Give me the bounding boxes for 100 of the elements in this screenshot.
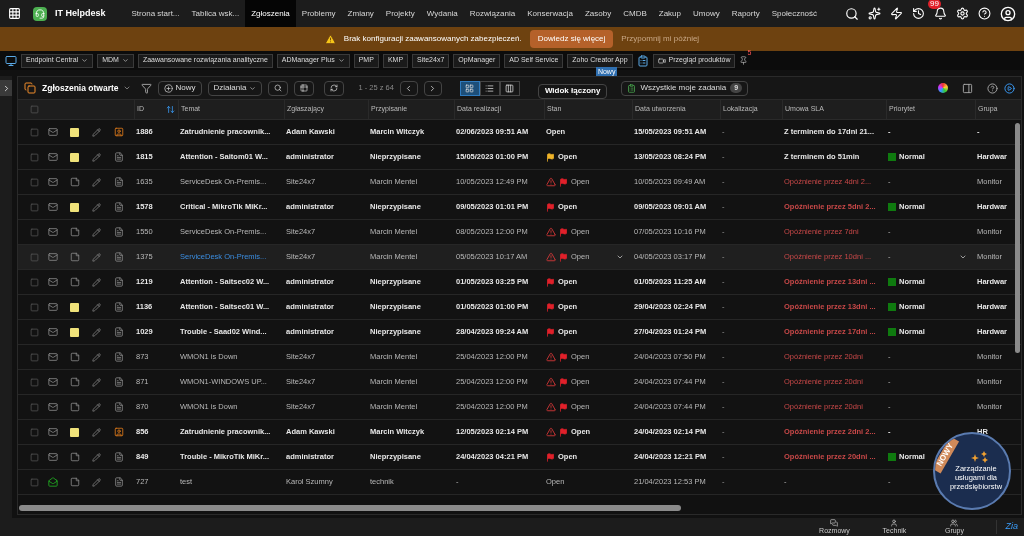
actions-button[interactable]: Działania	[207, 80, 263, 96]
remind-later-link[interactable]: Przypomnij mi później	[621, 33, 700, 45]
avatar-icon[interactable]	[1000, 5, 1016, 22]
nav-tab[interactable]: Strona start...	[125, 0, 186, 27]
sparkle-icon[interactable]	[868, 7, 881, 20]
pin-icon[interactable]	[739, 56, 749, 65]
edit-icon[interactable]	[92, 327, 101, 337]
document-icon[interactable]	[114, 202, 124, 212]
assistant-logo[interactable]: Zia	[996, 520, 1018, 534]
play-icon[interactable]	[1004, 82, 1015, 94]
document-icon[interactable]	[114, 327, 124, 337]
row-checkbox[interactable]	[30, 227, 39, 237]
envelope-icon[interactable]	[48, 127, 58, 137]
note-icon[interactable]	[70, 127, 79, 137]
note-icon[interactable]	[70, 202, 79, 212]
envelope-icon[interactable]	[48, 202, 58, 212]
row-checkbox[interactable]	[30, 477, 39, 487]
document-icon[interactable]	[114, 402, 124, 412]
refresh-button[interactable]	[324, 80, 345, 96]
row-checkbox[interactable]	[30, 302, 39, 312]
envelope-icon[interactable]	[48, 252, 58, 262]
select-all-checkbox[interactable]	[30, 105, 39, 114]
combined-view-button[interactable]: Widok łączony	[537, 83, 608, 99]
document-icon[interactable]	[114, 277, 124, 287]
document-icon[interactable]	[114, 177, 124, 187]
document-icon[interactable]	[114, 252, 124, 262]
nav-tab[interactable]: Tablica wsk...	[185, 0, 246, 27]
document-icon[interactable]	[114, 377, 124, 387]
envelope-icon[interactable]	[48, 177, 58, 187]
open-envelope-icon[interactable]	[48, 477, 58, 487]
nav-tab[interactable]: Konserwacja	[521, 0, 579, 27]
note-icon[interactable]	[70, 427, 79, 437]
note-icon[interactable]	[70, 327, 79, 337]
document-icon[interactable]	[114, 227, 124, 237]
monitor-icon[interactable]	[5, 54, 17, 67]
row-checkbox[interactable]	[30, 402, 39, 412]
nav-tab[interactable]: Zasoby	[579, 0, 618, 27]
row-checkbox[interactable]	[30, 377, 39, 387]
nav-tab[interactable]: Zakup	[652, 0, 687, 27]
horizontal-scrollbar[interactable]	[19, 505, 681, 511]
apps-icon[interactable]	[8, 7, 21, 20]
sidebar-toggle[interactable]	[0, 80, 12, 96]
row-checkbox[interactable]	[30, 177, 39, 187]
columns-button[interactable]	[294, 80, 315, 96]
edit-icon[interactable]	[92, 477, 101, 487]
edit-icon[interactable]	[92, 377, 101, 387]
row-checkbox[interactable]	[30, 277, 39, 287]
search-icon[interactable]	[845, 6, 859, 21]
clipboard-icon[interactable]	[636, 54, 649, 67]
edit-icon[interactable]	[92, 427, 101, 437]
envelope-icon[interactable]	[48, 327, 58, 337]
previous-page-button[interactable]	[399, 80, 418, 96]
view-selector[interactable]: Zgłoszenia otwarte	[42, 81, 131, 95]
edit-icon[interactable]	[92, 202, 101, 212]
document-icon[interactable]	[114, 352, 124, 362]
row-checkbox[interactable]	[30, 202, 39, 212]
caret-icon[interactable]	[616, 253, 624, 261]
row-checkbox[interactable]	[30, 127, 39, 137]
sort-icon[interactable]	[166, 105, 175, 114]
nav-tab[interactable]: Projekty	[379, 0, 421, 27]
edit-icon[interactable]	[92, 302, 101, 312]
envelope-icon[interactable]	[48, 402, 58, 412]
nav-tab[interactable]: Zmiany	[341, 0, 380, 27]
note-icon[interactable]	[70, 302, 79, 312]
vertical-scrollbar[interactable]	[1015, 123, 1020, 353]
edit-icon[interactable]	[92, 402, 101, 412]
learn-more-button[interactable]: Dowiedz się więcej	[529, 30, 614, 48]
edit-icon[interactable]	[92, 152, 101, 162]
edit-icon[interactable]	[92, 452, 101, 462]
settings-icon[interactable]	[956, 7, 969, 20]
layout-icon[interactable]	[962, 82, 973, 94]
note-icon[interactable]	[70, 152, 79, 162]
envelope-icon[interactable]	[48, 152, 58, 162]
nav-tab[interactable]: Problemy	[295, 0, 342, 27]
nav-tab[interactable]: Wydania	[420, 0, 464, 27]
layout-toggle[interactable]	[499, 80, 520, 96]
nav-tab[interactable]: Zgłoszenia	[245, 0, 296, 27]
row-checkbox[interactable]	[30, 252, 39, 262]
edit-icon[interactable]	[92, 227, 101, 237]
edit-icon[interactable]	[92, 127, 101, 137]
row-checkbox[interactable]	[30, 427, 39, 437]
history-icon[interactable]	[912, 7, 925, 20]
new-button[interactable]: Nowy	[157, 80, 202, 96]
edit-icon[interactable]	[92, 252, 101, 262]
row-checkbox[interactable]	[30, 152, 39, 162]
envelope-icon[interactable]	[48, 227, 58, 237]
nav-tab[interactable]: Społeczność	[765, 0, 824, 27]
row-checkbox[interactable]	[30, 352, 39, 362]
person-card-icon[interactable]	[114, 427, 124, 437]
color-wheel-icon[interactable]	[938, 83, 948, 93]
filter-icon[interactable]	[140, 82, 152, 94]
notifications-icon[interactable]	[934, 7, 947, 20]
envelope-icon[interactable]	[48, 452, 58, 462]
envelope-icon[interactable]	[48, 302, 58, 312]
document-icon[interactable]	[114, 152, 124, 162]
nav-tab[interactable]: Rozwiązania	[463, 0, 522, 27]
caret-icon[interactable]	[959, 253, 967, 261]
lightning-icon[interactable]	[890, 7, 903, 20]
next-page-button[interactable]	[423, 80, 442, 96]
row-checkbox[interactable]	[30, 452, 39, 462]
